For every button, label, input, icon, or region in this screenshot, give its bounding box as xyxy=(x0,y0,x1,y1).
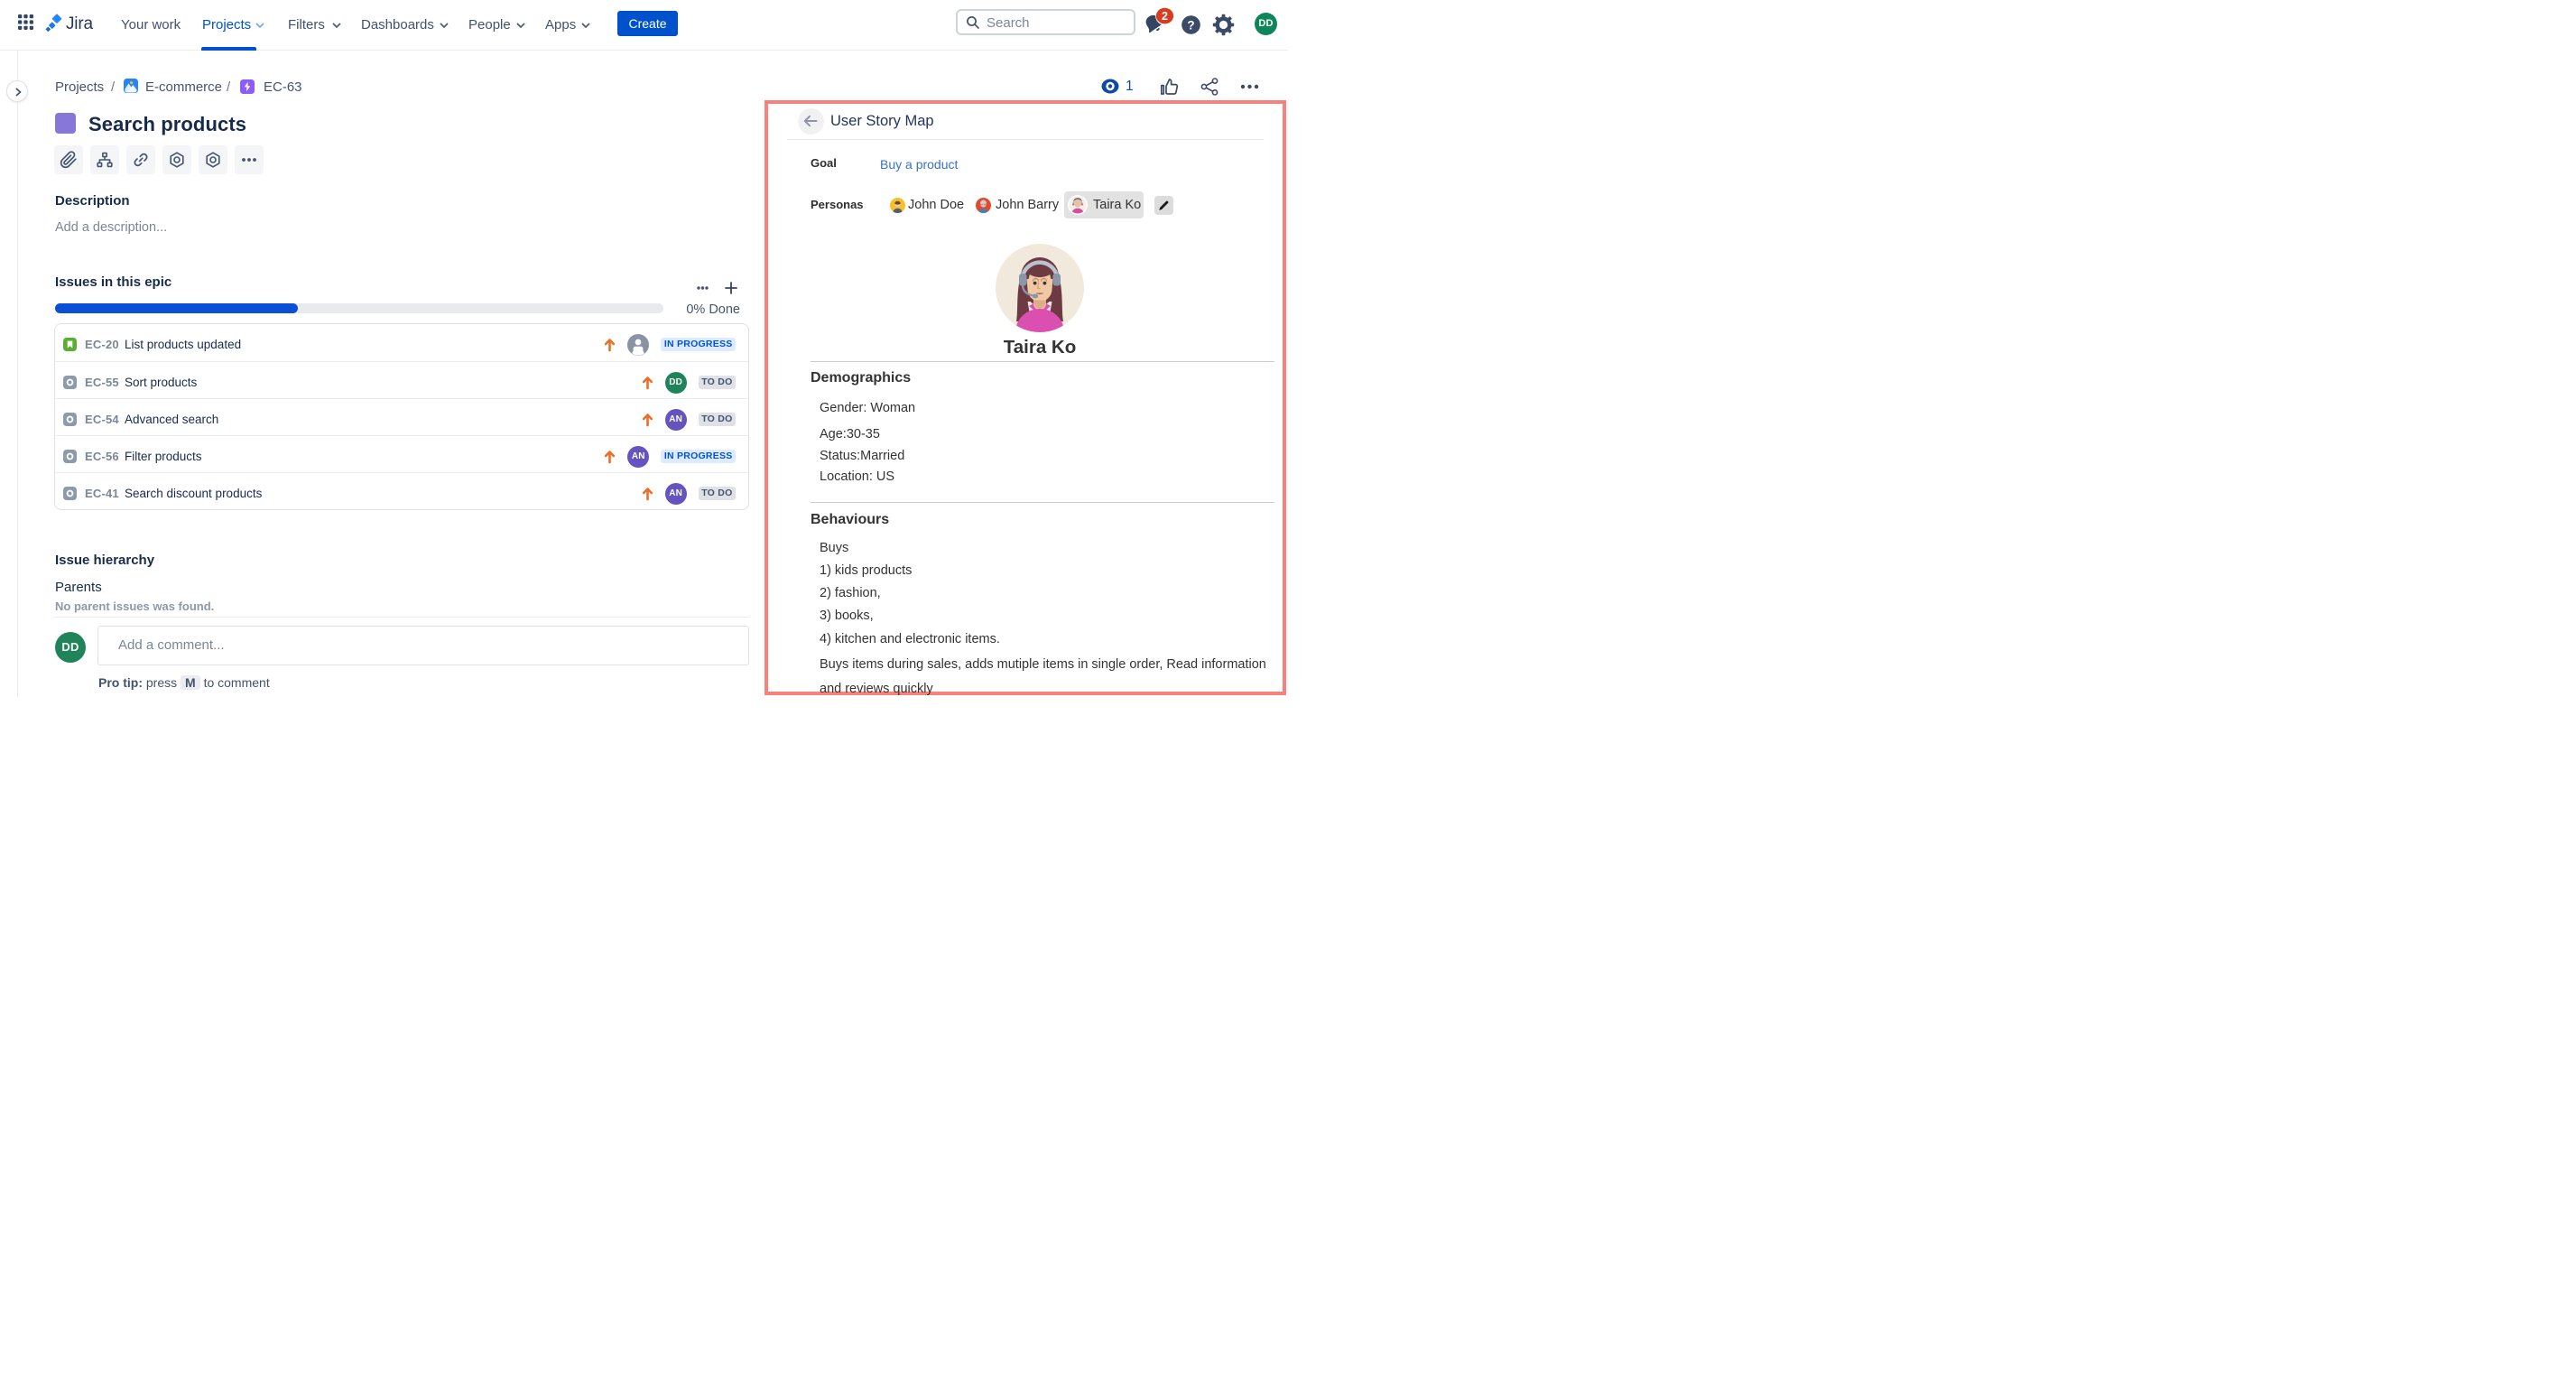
svg-text:?: ? xyxy=(1187,18,1194,32)
svg-text:2: 2 xyxy=(1162,10,1168,23)
